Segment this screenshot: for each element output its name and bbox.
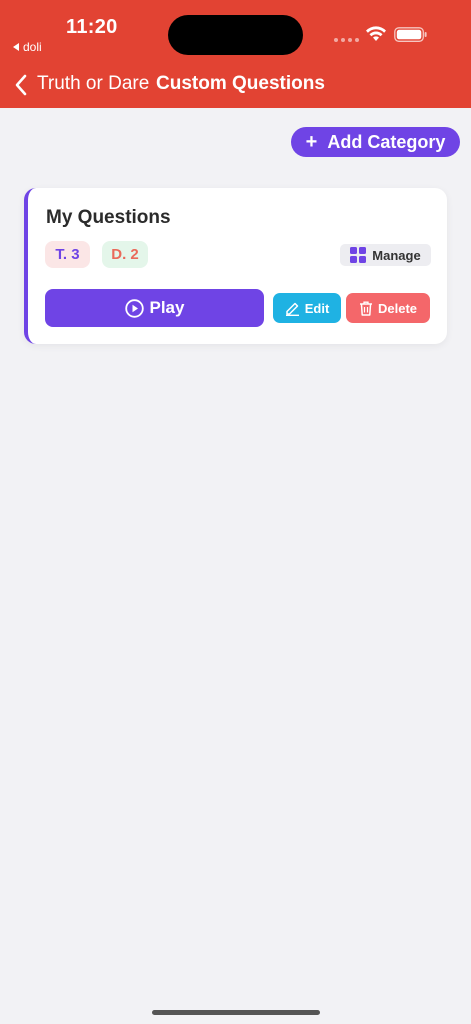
wifi-icon (366, 26, 386, 41)
edit-label: Edit (304, 300, 330, 316)
page-title: Custom Questions (156, 73, 325, 94)
grid-icon (350, 247, 367, 263)
app-header: 11:20 doli Truth or Dare Custom Question… (0, 0, 471, 108)
play-circle-icon (124, 298, 144, 318)
manage-button[interactable]: Manage (340, 244, 431, 266)
manage-label: Manage (372, 247, 421, 263)
cellular-signal-icon (334, 38, 359, 42)
chevron-left-icon[interactable] (14, 74, 28, 96)
back-button-label[interactable]: Truth or Dare (37, 73, 149, 95)
home-indicator[interactable] (152, 1010, 320, 1015)
back-triangle-icon (13, 43, 19, 51)
back-to-app-link[interactable]: doli (13, 40, 42, 54)
back-app-label: doli (23, 40, 42, 54)
truth-count-badge: T. 3 (45, 241, 90, 268)
add-category-button[interactable]: + Add Category (291, 127, 460, 157)
category-card: My Questions T. 3 D. 2 Manage Play Edit (24, 188, 447, 344)
trash-icon (359, 301, 372, 316)
dare-count-badge: D. 2 (102, 241, 148, 268)
delete-label: Delete (377, 300, 418, 316)
play-button[interactable]: Play (45, 289, 264, 327)
plus-icon: + (305, 130, 318, 153)
delete-button[interactable]: Delete (346, 293, 430, 323)
status-time: 11:20 (66, 16, 118, 38)
play-label: Play (149, 298, 185, 317)
dynamic-island (168, 15, 303, 55)
pencil-icon (285, 302, 299, 316)
add-category-label: Add Category (327, 131, 446, 152)
category-title: My Questions (46, 207, 171, 228)
edit-button[interactable]: Edit (273, 293, 341, 323)
battery-icon (394, 27, 427, 42)
